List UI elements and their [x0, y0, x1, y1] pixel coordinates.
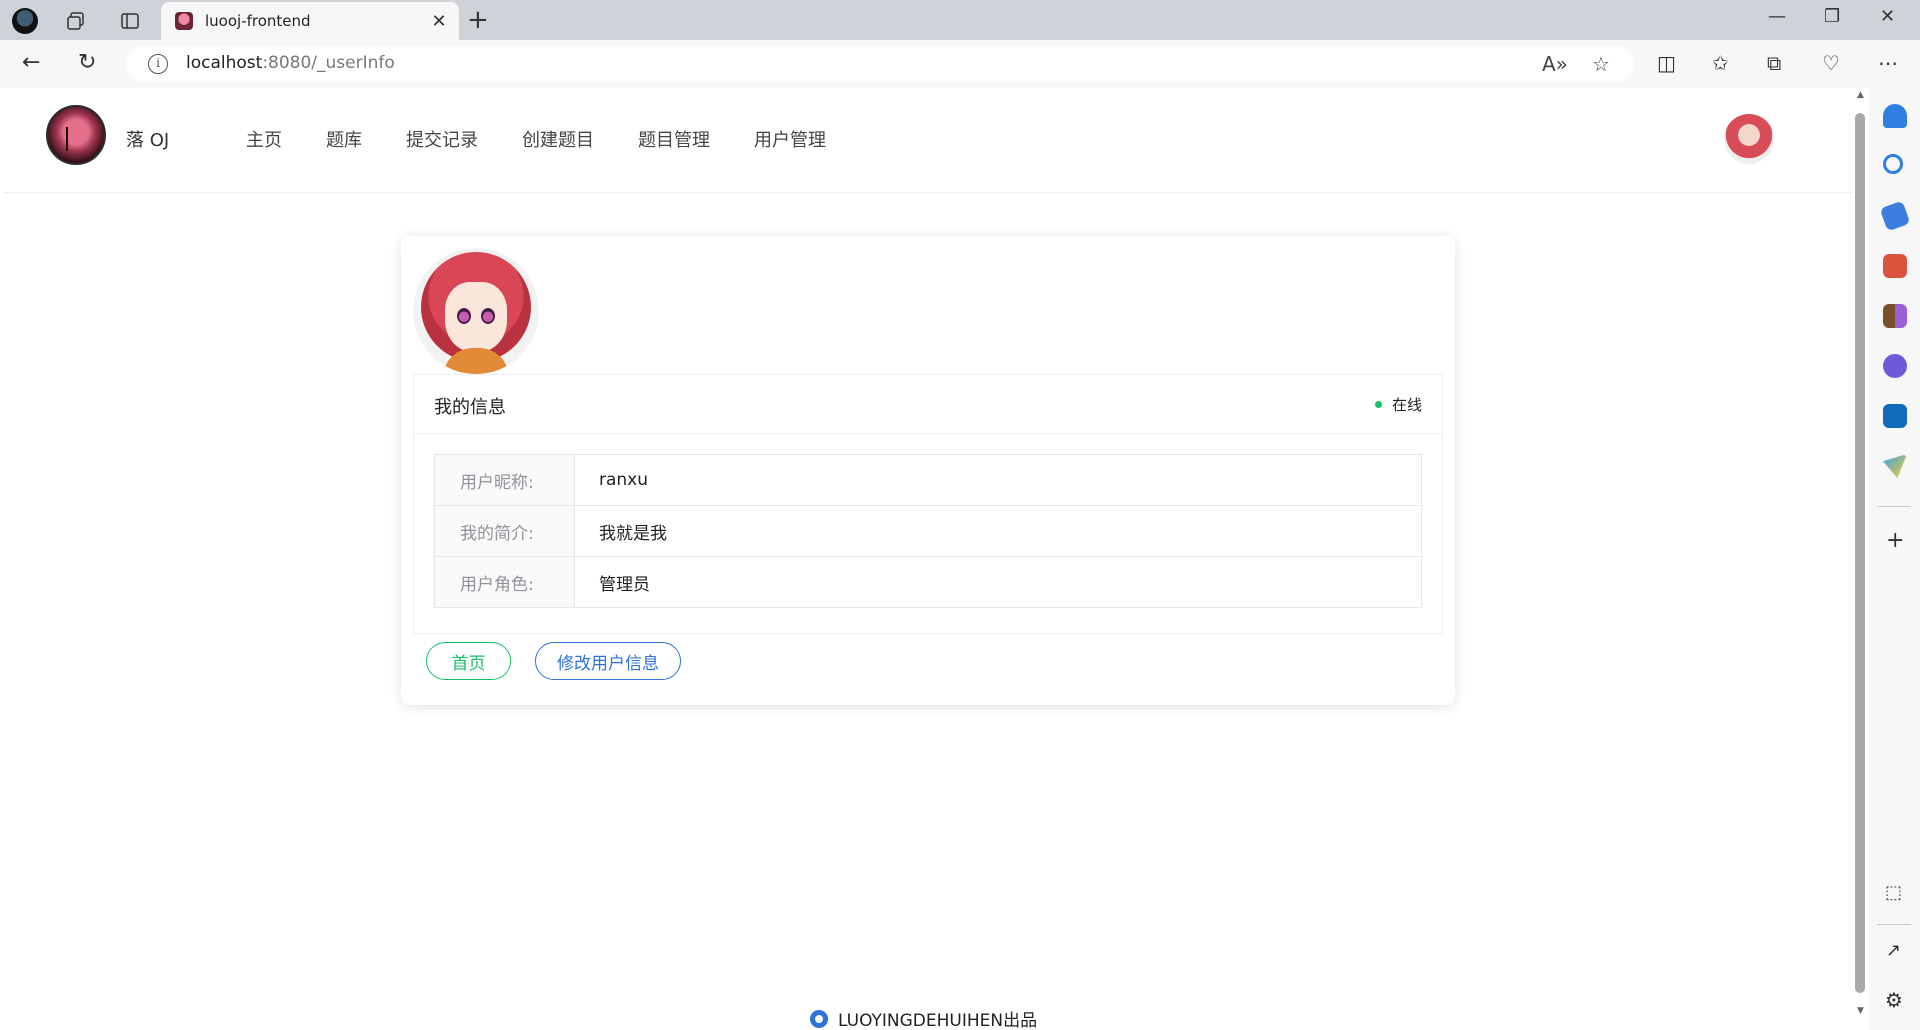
table-row: 用户角色: 管理员: [434, 556, 1422, 608]
tab-title: luooj-frontend: [205, 12, 311, 30]
settings-gear-icon[interactable]: ⚙: [1885, 988, 1903, 1012]
profile-icon[interactable]: [12, 8, 38, 34]
menu-item-problems[interactable]: 题库: [326, 126, 362, 152]
avatar-eye-right: [481, 308, 495, 324]
section-title: 我的信息: [434, 397, 506, 418]
row-value: ranxu: [574, 454, 1422, 506]
menu-item-problem-admin[interactable]: 题目管理: [638, 126, 710, 152]
brand-name: 落 OJ: [126, 130, 170, 151]
site-info-icon[interactable]: i: [148, 54, 168, 74]
scroll-down-arrow-icon[interactable]: ▼: [1852, 1006, 1869, 1016]
main-menu: 主页 题库 提交记录 创建题目 题目管理 用户管理: [246, 126, 870, 152]
footer-text: LUOYINGDEHUIHEN出品: [838, 1011, 1038, 1028]
open-external-icon[interactable]: ↗: [1886, 940, 1901, 961]
split-screen-icon[interactable]: ◫: [1657, 51, 1676, 75]
sidebar-divider-bottom: [1877, 924, 1911, 925]
add-sidebar-app-icon[interactable]: +: [1886, 528, 1904, 553]
page-footer: LUOYINGDEHUIHEN出品: [810, 1006, 1037, 1028]
site-header: 落 OJ 主页 题库 提交记录 创建题目 题目管理 用户管理: [4, 88, 1852, 193]
tools-briefcase-icon[interactable]: [1883, 254, 1907, 278]
scrollbar-thumb[interactable]: [1855, 113, 1865, 993]
github-icon[interactable]: [810, 1009, 828, 1028]
address-bar: ← ↻ i localhost:8080/_userInfo A» ☆ ◫ ✩ …: [0, 40, 1920, 88]
copilot-icon[interactable]: [1883, 354, 1907, 378]
menu-item-create-problem[interactable]: 创建题目: [522, 126, 594, 152]
restore-icon[interactable]: ❐: [1824, 6, 1840, 27]
avatar-eye-left: [457, 308, 471, 324]
row-label: 我的简介:: [434, 505, 575, 557]
menu-item-submissions[interactable]: 提交记录: [406, 126, 478, 152]
collections-icon[interactable]: ⧉: [1767, 51, 1781, 75]
back-icon[interactable]: ←: [22, 50, 40, 75]
user-descriptions: 我的信息 在线 用户昵称: ranxu 我的简介: 我就是我 用户角色: 管理员: [413, 374, 1443, 634]
favorite-star-icon[interactable]: ☆: [1592, 52, 1610, 76]
tab-actions-icon[interactable]: [117, 8, 143, 34]
menu-item-user-admin[interactable]: 用户管理: [754, 126, 826, 152]
row-value: 我就是我: [574, 505, 1422, 557]
shopping-tag-icon[interactable]: [1879, 200, 1911, 232]
table-row: 用户昵称: ranxu: [434, 454, 1422, 506]
table-row: 我的简介: 我就是我: [434, 505, 1422, 557]
refresh-icon[interactable]: ↻: [78, 50, 96, 75]
new-tab-icon[interactable]: +: [467, 5, 489, 35]
profile-avatar: [413, 248, 539, 374]
more-menu-icon[interactable]: ⋯: [1878, 51, 1898, 75]
user-info-card: 我的信息 在线 用户昵称: ranxu 我的简介: 我就是我 用户角色: 管理员: [401, 236, 1455, 705]
outlook-icon[interactable]: [1883, 404, 1907, 428]
row-label: 用户昵称:: [434, 454, 575, 506]
search-icon[interactable]: [1883, 154, 1903, 174]
workspaces-icon[interactable]: [63, 8, 89, 34]
close-window-icon[interactable]: ✕: [1880, 6, 1895, 27]
favorites-icon[interactable]: ✩: [1712, 51, 1729, 75]
tab-favicon-icon: [175, 12, 193, 30]
url-input[interactable]: i localhost:8080/_userInfo A» ☆: [126, 46, 1634, 82]
page-viewport: 落 OJ 主页 题库 提交记录 创建题目 题目管理 用户管理 我的信息 在线 用…: [4, 88, 1852, 1028]
status-text: 在线: [1391, 396, 1422, 414]
user-avatar[interactable]: [1724, 114, 1774, 164]
url-path: :8080/_userInfo: [262, 53, 395, 73]
sidebar-divider: [1877, 506, 1911, 507]
row-value: 管理员: [574, 556, 1422, 608]
notification-bell-icon[interactable]: [1883, 104, 1907, 128]
read-aloud-icon[interactable]: A»: [1542, 52, 1568, 76]
send-icon[interactable]: [1883, 454, 1907, 478]
menu-item-home[interactable]: 主页: [246, 126, 282, 152]
row-label: 用户角色:: [434, 556, 575, 608]
descriptions-header: 我的信息 在线: [414, 375, 1442, 434]
browser-sidebar: + ⬚ ↗ ⚙: [1869, 88, 1920, 1030]
edit-user-info-button[interactable]: 修改用户信息: [535, 642, 681, 680]
status-badge: 在线: [1374, 394, 1422, 415]
tab-active[interactable]: luooj-frontend ✕: [161, 2, 459, 40]
logo-tree-icon: [66, 127, 90, 151]
info-table: 用户昵称: ranxu 我的简介: 我就是我 用户角色: 管理员: [434, 454, 1422, 608]
avatar-face: [445, 282, 507, 352]
url-text: localhost:8080/_userInfo: [186, 53, 395, 73]
screenshot-icon[interactable]: ⬚: [1885, 882, 1902, 903]
minimize-icon[interactable]: —: [1768, 6, 1786, 27]
online-dot-icon: [1374, 401, 1382, 408]
browser-essentials-icon[interactable]: ♡: [1822, 51, 1840, 75]
tab-close-icon[interactable]: ✕: [425, 11, 453, 32]
scroll-up-arrow-icon[interactable]: ▲: [1852, 90, 1869, 100]
browser-tab-bar: luooj-frontend ✕ + — ❐ ✕: [0, 0, 1920, 40]
url-host: localhost: [186, 53, 263, 73]
games-icon[interactable]: [1883, 304, 1907, 328]
home-button[interactable]: 首页: [426, 642, 511, 680]
site-logo[interactable]: [46, 105, 106, 165]
